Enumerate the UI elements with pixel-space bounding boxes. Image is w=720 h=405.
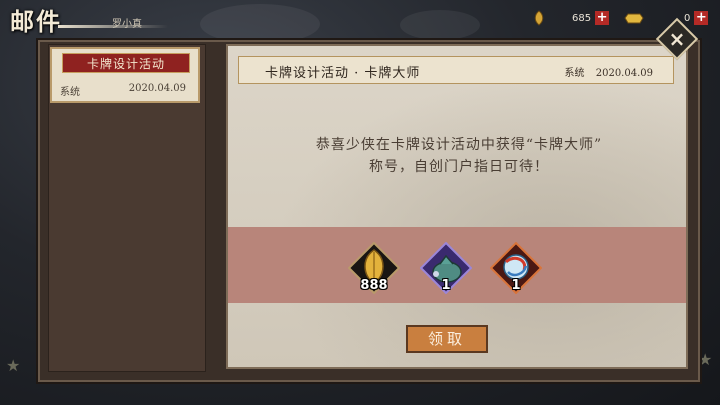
mail-list-item[interactable]: 卡牌设计活动 系统 2020.04.09 <box>50 47 200 103</box>
reward-count: 1 <box>441 278 451 293</box>
mail-content-panel: 卡牌设计活动 · 卡牌大师 系统 2020.04.09 恭喜少侠在卡牌设计活动中… <box>226 44 688 369</box>
mail-list-item-sender: 系统 <box>60 87 80 98</box>
close-icon: × <box>668 27 686 51</box>
leaf-resource: 685 + <box>532 9 610 27</box>
add-leaf-button[interactable]: + <box>595 11 610 25</box>
mail-body-line: 恭喜少侠在卡牌设计活动中获得“卡牌大师” <box>315 137 603 153</box>
golden-leaf-icon <box>534 10 544 26</box>
mail-list-item-date: 2020.04.09 <box>128 83 186 94</box>
reward-item-orb[interactable]: 1 <box>490 242 542 294</box>
mail-sender: 系统 <box>564 68 585 79</box>
mail-meta: 系统 2020.04.09 <box>565 64 653 79</box>
top-bar: 邮件 罗小真 685 + 0 + <box>0 0 720 36</box>
star-icon: ★ <box>6 356 21 375</box>
reward-item-bag[interactable]: 1 <box>420 242 472 294</box>
mail-body: 恭喜少侠在卡牌设计活动中获得“卡牌大师” 称号，自创门户指日可待！ <box>248 134 670 178</box>
mail-header: 卡牌设计活动 · 卡牌大师 系统 2020.04.09 <box>238 56 674 84</box>
reward-count: 888 <box>360 278 388 293</box>
reward-count: 1 <box>511 278 521 293</box>
leaf-count: 685 <box>572 12 592 24</box>
mail-list-item-title: 卡牌设计活动 <box>62 53 190 73</box>
page-title: 邮件 <box>10 7 62 36</box>
add-ingot-button[interactable]: + <box>694 11 709 25</box>
player-name: 罗小真 <box>112 19 142 30</box>
ingot-resource: 0 + <box>624 9 709 27</box>
reward-item-leaf[interactable]: 888 <box>348 242 400 294</box>
mail-title: 卡牌设计活动 · 卡牌大师 <box>265 66 421 81</box>
ink-painting-background <box>228 46 686 367</box>
ingot-count: 0 <box>684 12 691 24</box>
gold-ingot-icon <box>624 13 644 24</box>
mail-date: 2020.04.09 <box>595 68 653 79</box>
mail-body-line: 称号，自创门户指日可待！ <box>369 159 549 175</box>
claim-button[interactable]: 领取 <box>406 325 488 353</box>
